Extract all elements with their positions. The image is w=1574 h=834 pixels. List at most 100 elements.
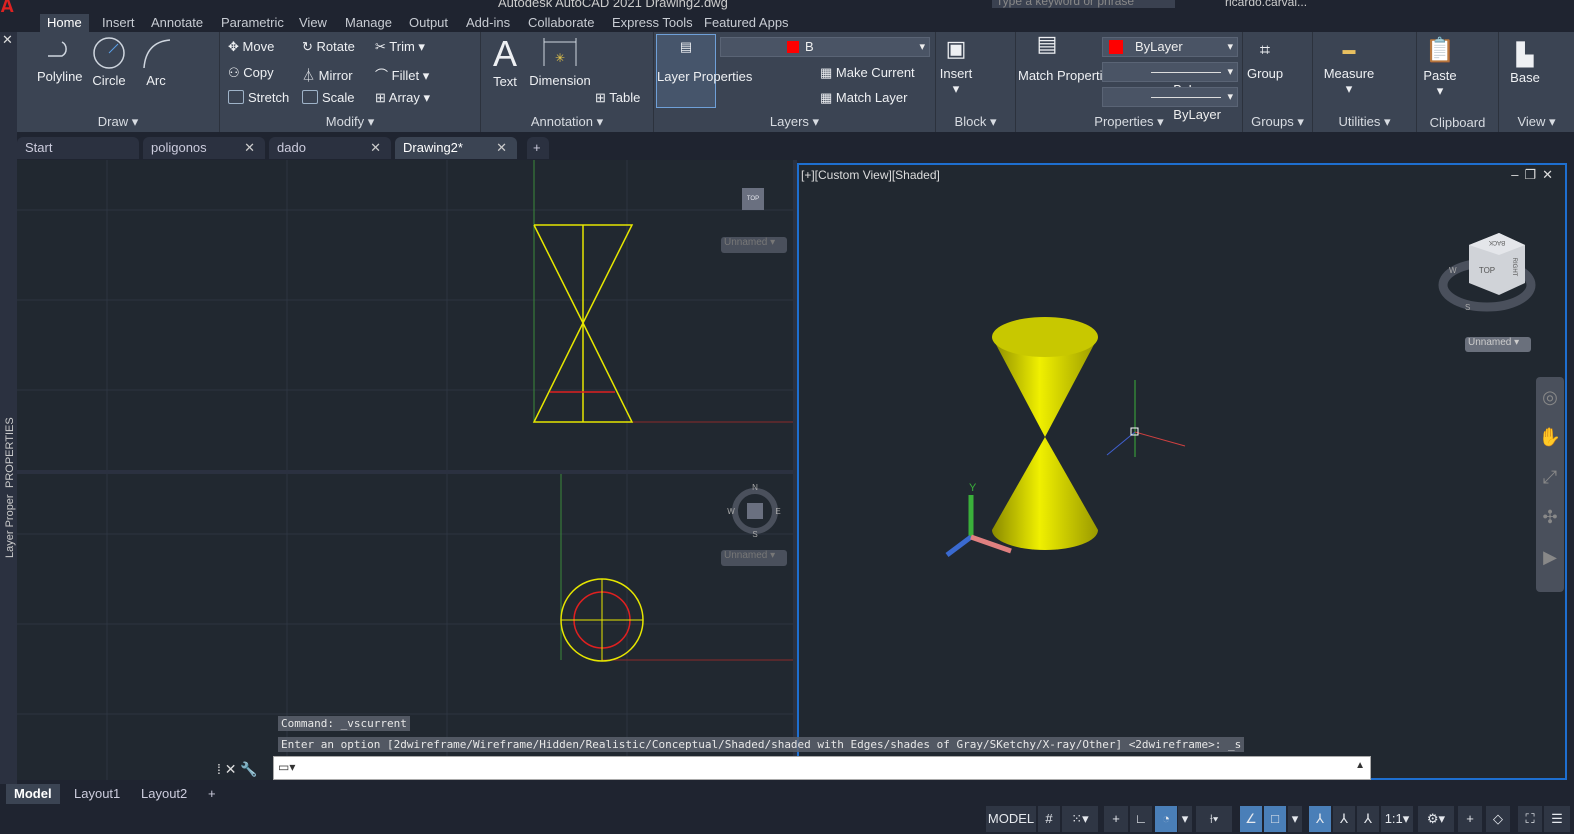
customization-menu-icon[interactable]: ☰ (1544, 806, 1570, 832)
named-view-dropdown[interactable]: Unnamed ▾ (721, 550, 787, 566)
properties-panel-label[interactable]: Properties ▾ (1016, 114, 1242, 130)
doc-tab-drawing2[interactable]: Drawing2* ✕ (395, 137, 517, 159)
tab-view[interactable]: View (292, 14, 334, 32)
add-layout-button[interactable]: + (200, 784, 224, 804)
move-button[interactable]: ✥ Move (228, 39, 274, 55)
close-tab-icon[interactable]: ✕ (244, 137, 255, 159)
viewcube[interactable]: TOP (742, 188, 764, 210)
lineweight-dropdown[interactable]: ByLayer (1102, 87, 1238, 122)
arc-button[interactable]: Arc (139, 36, 173, 88)
array-button[interactable]: ⊞ Array ▾ (375, 90, 430, 106)
make-current-button[interactable]: ▦ Make Current (820, 65, 915, 81)
mirror-button[interactable]: ⏃ Mirror (302, 65, 353, 84)
fillet-button[interactable]: ⌒ Fillet ▾ (375, 65, 429, 84)
annotation-scale-icon[interactable]: ⅄ (1357, 806, 1379, 832)
command-input[interactable]: ▭▾ ▲ (273, 756, 1371, 780)
command-prompt-icon[interactable]: ▭▾ (278, 760, 295, 774)
close-palette-icon[interactable]: ✕ (2, 32, 17, 48)
tab-output[interactable]: Output (402, 14, 455, 32)
close-tab-icon[interactable]: ✕ (496, 137, 507, 159)
object-snap-tracking-icon[interactable]: ∠ (1240, 806, 1262, 832)
modify-panel-label[interactable]: Modify ▾ (220, 114, 480, 130)
tab-home[interactable]: Home (40, 14, 89, 32)
layer-properties-palette-tab[interactable]: Layer Proper (4, 458, 16, 558)
annotation-scale-dropdown[interactable]: 1:1▾ (1381, 806, 1413, 832)
tab-express-tools[interactable]: Express Tools (605, 14, 700, 32)
linetype-dropdown[interactable]: ByLayer (1102, 62, 1238, 97)
doc-tab-poligonos[interactable]: poligonos ✕ (143, 137, 265, 159)
viewport-top-left[interactable]: TOP Unnamed ▾ (17, 160, 793, 470)
tab-featured-apps[interactable]: Featured Apps (697, 14, 796, 32)
circle-button[interactable]: Circle (89, 36, 129, 88)
tab-collaborate[interactable]: Collaborate (521, 14, 602, 32)
close-tab-icon[interactable]: ✕ (370, 137, 381, 159)
isodraft-icon[interactable]: ⟊▾ (1196, 806, 1232, 832)
polar-dropdown[interactable]: ▾ (1178, 806, 1192, 832)
tab-insert[interactable]: Insert (95, 14, 142, 32)
stretch-button[interactable]: Stretch (228, 90, 289, 105)
navigation-bar[interactable]: ◎ ✋ ⤢ ✣ ▶ (1536, 377, 1564, 592)
groups-panel-label[interactable]: Groups ▾ (1243, 114, 1312, 130)
group-button[interactable]: ⌗ Group (1247, 40, 1283, 81)
doc-tab-start[interactable]: Start (17, 137, 139, 159)
trim-button[interactable]: ✂ Trim ▾ (375, 39, 425, 55)
new-tab-button[interactable]: + (527, 137, 549, 159)
customize-wrench-icon[interactable]: 🔧 (240, 761, 257, 777)
base-button[interactable]: ▙ Base (1505, 42, 1545, 85)
layer-dropdown[interactable]: B (720, 37, 930, 57)
viewport-bottom-left[interactable]: N S E W Unnamed ▾ (17, 474, 793, 780)
polar-tracking-icon[interactable]: ◔ (1155, 806, 1177, 832)
tab-layout2[interactable]: Layout2 (133, 784, 195, 804)
block-panel-label[interactable]: Block ▾ (936, 114, 1015, 130)
layers-panel-label[interactable]: Layers ▾ (654, 114, 935, 130)
object-snap-icon[interactable]: □ (1264, 806, 1286, 832)
insert-button[interactable]: ▣ Insert ▾ (938, 36, 974, 97)
paste-button[interactable]: 📋 Paste ▾ (1421, 36, 1459, 99)
match-layer-button[interactable]: ▦ Match Layer (820, 90, 907, 106)
match-properties-button[interactable]: ▤ Match Properties (1018, 33, 1116, 84)
ortho-icon[interactable]: ∟ (1130, 806, 1152, 832)
copy-button[interactable]: ⚇ Copy (228, 65, 274, 81)
draw-panel-label[interactable]: Draw ▾ (17, 114, 219, 130)
annotation-panel: A Text ✳ Dimension ⊞ Table Annotation ▾ (481, 32, 654, 132)
clean-screen-icon[interactable]: ⛶ (1518, 806, 1542, 832)
doc-tab-dado[interactable]: dado ✕ (269, 137, 391, 159)
named-view-dropdown[interactable]: Unnamed ▾ (1465, 337, 1531, 352)
user-name[interactable]: ricardo.carval... (1225, 0, 1307, 9)
osnap-dropdown[interactable]: ▾ (1288, 806, 1302, 832)
model-space-toggle[interactable]: MODEL (986, 806, 1036, 832)
scale-button[interactable]: Scale (302, 90, 355, 105)
named-view-dropdown[interactable]: Unnamed ▾ (721, 237, 787, 253)
tab-addins[interactable]: Add-ins (459, 14, 517, 32)
tab-model[interactable]: Model (6, 784, 60, 804)
annotation-panel-label[interactable]: Annotation ▾ (481, 114, 653, 130)
layout-tabs: Model Layout1 Layout2 + (0, 784, 1574, 804)
tab-annotate[interactable]: Annotate (144, 14, 210, 32)
rotate-button[interactable]: ↻ Rotate (302, 39, 355, 55)
dynamic-input-icon[interactable]: + (1104, 806, 1128, 832)
text-button[interactable]: A Text (487, 34, 523, 90)
dimension-button[interactable]: ✳ Dimension (527, 36, 593, 88)
view-panel-label[interactable]: View ▾ (1499, 114, 1574, 130)
viewport-right-active[interactable]: [+][Custom View][Shaded] –❐✕ Y TOP BACK … (797, 163, 1567, 780)
auto-scale-icon[interactable]: ⅄ (1333, 806, 1355, 832)
table-button[interactable]: ⊞ Table (595, 90, 640, 106)
layer-properties-button[interactable]: ▤ Layer Properties (656, 34, 752, 108)
polyline-button[interactable]: Polyline (37, 36, 83, 84)
grid-icon[interactable]: # (1038, 806, 1060, 832)
utilities-panel-label[interactable]: Utilities ▾ (1313, 114, 1416, 130)
measure-button[interactable]: ▬ Measure ▾ (1321, 42, 1377, 97)
workspace-gear-icon[interactable]: ⚙▾ (1418, 806, 1454, 832)
tab-layout1[interactable]: Layout1 (66, 784, 128, 804)
snap-icon[interactable]: ⁙▾ (1062, 806, 1098, 832)
annotation-visibility-icon[interactable]: ⅄ (1309, 806, 1331, 832)
search-input[interactable]: Type a keyword or phrase (992, 0, 1175, 8)
tab-manage[interactable]: Manage (338, 14, 399, 32)
color-dropdown[interactable]: ByLayer (1102, 37, 1238, 57)
tab-parametric[interactable]: Parametric (214, 14, 291, 32)
command-history-toggle[interactable]: ▲ (1355, 760, 1365, 771)
close-command-icon[interactable]: ✕ (225, 761, 237, 777)
annotation-monitor-icon[interactable]: + (1458, 806, 1482, 832)
isolate-objects-icon[interactable]: ◇ (1486, 806, 1510, 832)
copy-icon: ⚇ (228, 65, 244, 80)
